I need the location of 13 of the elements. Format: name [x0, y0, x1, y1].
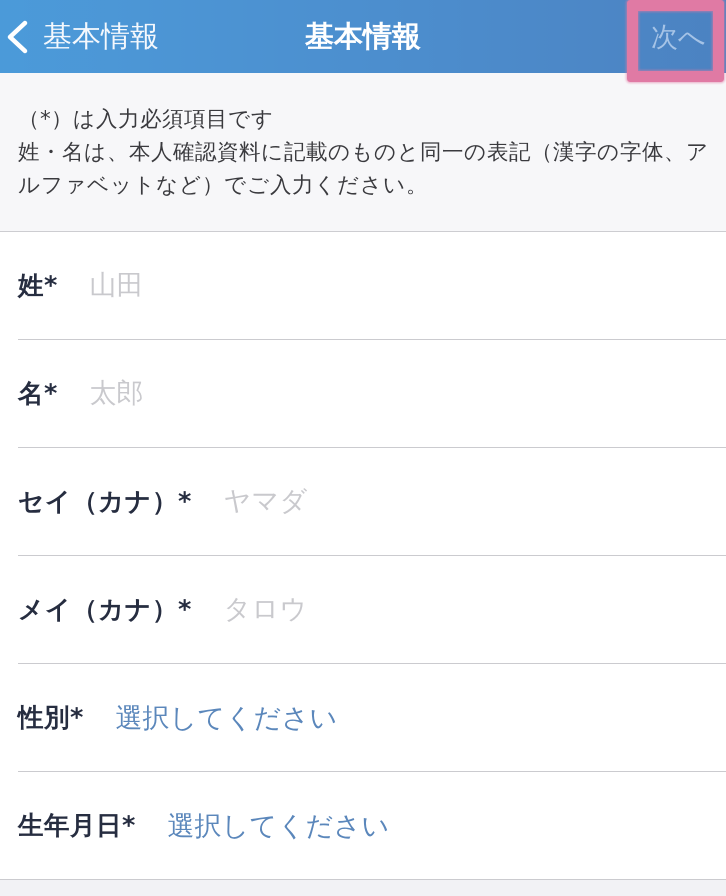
notice-text: 姓・名は、本人確認資料に記載のものと同一の表記（漢字の字体、アルファベットなど）でご入力ください。: [18, 139, 710, 200]
select-field[interactable]: 選択してください: [167, 804, 390, 848]
field-label: メイ（カナ）*: [18, 594, 192, 627]
notice-text: （*）は入力必須項目です: [18, 106, 275, 134]
field-label: 性別*: [18, 702, 84, 735]
field-label: 生年月日*: [18, 810, 136, 843]
back-button[interactable]: 基本情報: [0, 6, 159, 66]
chevron-left-icon: [5, 20, 29, 54]
select-field[interactable]: 選択してください: [115, 696, 338, 740]
screen-title: 基本情報: [305, 18, 421, 54]
field-label: セイ（カナ）*: [18, 486, 192, 519]
field-label: 姓*: [18, 270, 58, 303]
field-label: 名*: [18, 378, 58, 411]
